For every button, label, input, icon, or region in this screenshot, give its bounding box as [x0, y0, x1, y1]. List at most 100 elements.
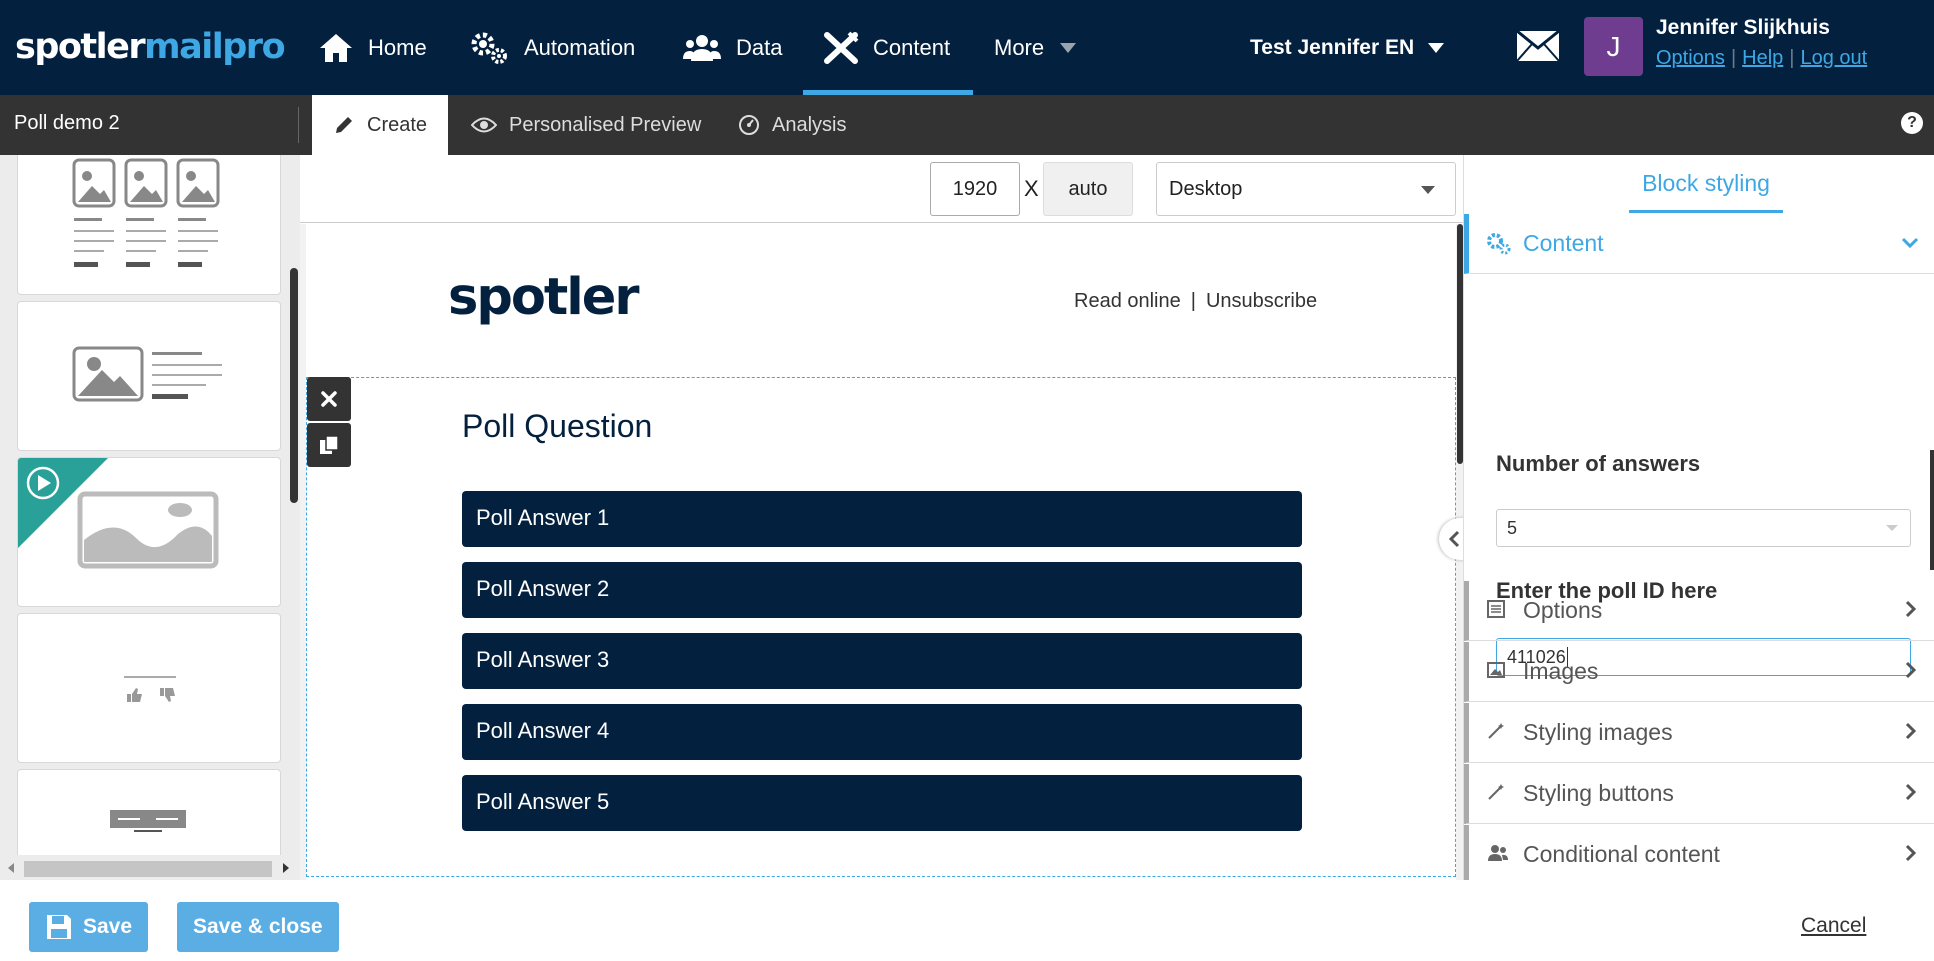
thumbs-rating-icon [124, 676, 176, 702]
brand-logo[interactable]: spotlermailpro [15, 22, 286, 72]
canvas-size-toolbar: 1920 X auto Desktop [300, 155, 1463, 223]
account-name: Test Jennifer EN [1250, 35, 1415, 59]
logout-link[interactable]: Log out [1800, 47, 1867, 70]
avatar-letter: J [1606, 30, 1621, 62]
scrollbar-thumb[interactable] [24, 861, 272, 877]
poll-answer-button[interactable]: Poll Answer 4 [462, 704, 1302, 760]
tab-create-label: Create [367, 113, 428, 136]
scroll-right-icon[interactable] [283, 863, 289, 873]
pencil-ruler-icon [824, 31, 859, 64]
tab-personalised-preview[interactable]: Personalised Preview [450, 95, 722, 155]
section-styling-images[interactable]: Styling images [1464, 703, 1934, 763]
block-three-columns[interactable] [17, 155, 281, 295]
unsubscribe-link[interactable]: Unsubscribe [1206, 290, 1317, 312]
device-select[interactable]: Desktop [1156, 162, 1456, 216]
poll-answer-button[interactable]: Poll Answer 3 [462, 633, 1302, 689]
block-rating[interactable] [17, 613, 281, 763]
section-content-label: Content [1523, 230, 1604, 256]
nav-data-label: Data [736, 34, 783, 60]
read-online-link[interactable]: Read online [1074, 290, 1181, 312]
toolbar-divider [298, 107, 299, 143]
poll-answer-button[interactable]: Poll Answer 1 [462, 491, 1302, 547]
floppy-disk-icon [47, 915, 71, 939]
user-links: Options | Help | Log out [1656, 47, 1867, 70]
email-preview: spotler Read online | Unsubscribe Poll Que… [306, 224, 1456, 880]
editor-toolbar: Poll demo 2 Create Personalised Preview … [0, 95, 1934, 155]
user-name: Jennifer Slijkhuis [1656, 16, 1830, 39]
brand-logo-part2: mailpro [144, 27, 285, 67]
help-icon[interactable]: ? [1901, 112, 1923, 134]
chevron-right-icon [1905, 600, 1917, 618]
palette-scrollbar[interactable] [290, 268, 298, 503]
scroll-left-icon[interactable] [8, 863, 14, 873]
caret-down-icon [1428, 42, 1445, 53]
save-button[interactable]: Save [29, 902, 149, 952]
chevron-right-icon [1905, 844, 1917, 862]
brand-logo-part1: spotler [15, 27, 146, 67]
help-link[interactable]: Help [1742, 47, 1783, 70]
chevron-down-icon [1901, 237, 1919, 249]
chevron-down-icon [1886, 525, 1898, 531]
poll-answer-button[interactable]: Poll Answer 2 [462, 562, 1302, 618]
nav-data[interactable]: Data [682, 0, 792, 95]
nav-automation[interactable]: Automation [470, 0, 645, 95]
delete-block-button[interactable] [307, 377, 351, 421]
save-and-close-button[interactable]: Save & close [177, 902, 339, 952]
canvas-height-input[interactable]: auto [1043, 162, 1133, 216]
chevron-left-icon [1448, 530, 1460, 548]
section-images[interactable]: Images [1464, 642, 1934, 702]
options-link[interactable]: Options [1656, 47, 1725, 70]
image-icon [1487, 662, 1505, 678]
link-separator: | [1190, 290, 1196, 312]
tab-personalised-preview-label: Personalised Preview [509, 113, 702, 136]
section-content[interactable]: Content [1464, 214, 1934, 274]
top-navigation: spotlermailpro Home Automation Data Cont… [0, 0, 1934, 95]
section-styling-buttons[interactable]: Styling buttons [1464, 764, 1934, 824]
section-styling-images-label: Styling images [1523, 719, 1673, 745]
magic-wand-icon [1488, 723, 1504, 739]
chevron-right-icon [1905, 783, 1917, 801]
canvas-width-input[interactable]: 1920 [930, 162, 1020, 216]
size-separator: X [1024, 176, 1039, 201]
section-conditional-content-label: Conditional content [1523, 841, 1720, 867]
section-options-label: Options [1523, 597, 1603, 623]
nav-home[interactable]: Home [318, 0, 437, 95]
list-icon [1487, 600, 1505, 618]
link-separator: | [1789, 47, 1795, 69]
section-conditional-content[interactable]: Conditional content [1464, 825, 1934, 885]
pencil-icon [336, 117, 352, 133]
section-options[interactable]: Options [1464, 581, 1934, 641]
avatar[interactable]: J [1584, 17, 1643, 76]
nav-content[interactable]: Content [803, 0, 973, 95]
nav-more[interactable]: More [994, 0, 1077, 95]
nav-automation-label: Automation [524, 34, 636, 60]
chevron-right-icon [1905, 661, 1917, 679]
chevron-right-icon [1905, 722, 1917, 740]
duplicate-block-button[interactable] [307, 423, 351, 467]
account-switcher[interactable]: Test Jennifer EN [1250, 0, 1445, 95]
cancel-link[interactable]: Cancel [1801, 914, 1866, 938]
envelope-icon[interactable] [1516, 30, 1560, 62]
number-of-answers-select[interactable]: 5 [1496, 509, 1911, 547]
panel-scrollbar[interactable] [1930, 450, 1934, 570]
eye-icon [471, 117, 497, 133]
gears-icon [471, 32, 507, 64]
video-block-icon [18, 458, 219, 569]
palette-horizontal-scrollbar[interactable] [0, 855, 300, 880]
tab-analysis[interactable]: Analysis [717, 95, 867, 155]
poll-answer-button[interactable]: Poll Answer 5 [462, 775, 1302, 831]
chevron-down-icon [1421, 186, 1435, 194]
number-of-answers-label: Number of answers [1496, 451, 1701, 476]
dashboard-icon [739, 115, 759, 135]
link-separator: | [1730, 47, 1737, 69]
close-icon [321, 391, 337, 407]
tab-block-styling[interactable]: Block styling [1629, 155, 1783, 213]
block-image-text[interactable] [17, 301, 281, 451]
editor-canvas: spotler Read online | Unsubscribe Poll Que… [300, 224, 1463, 880]
block-video[interactable] [17, 457, 281, 607]
users-icon [1488, 845, 1508, 861]
users-icon [683, 34, 721, 61]
three-image-columns-icon [72, 158, 220, 267]
poll-question[interactable]: Poll Question [462, 408, 652, 445]
tab-create[interactable]: Create [312, 95, 449, 155]
